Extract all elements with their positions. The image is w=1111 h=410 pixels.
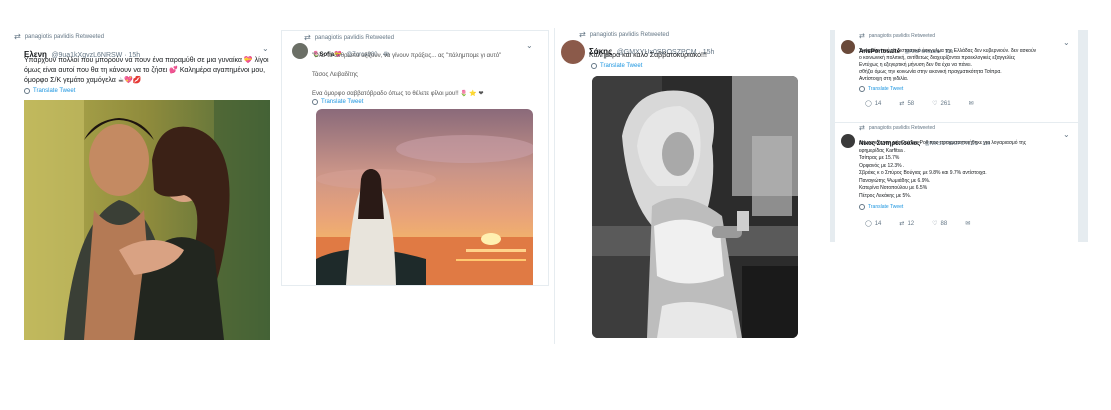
translate-tweet-link[interactable]: Translate Tweet bbox=[24, 88, 75, 94]
tweet-image-woman-bw[interactable] bbox=[592, 76, 798, 338]
retweet-icon: ⇄ bbox=[899, 221, 905, 227]
globe-icon bbox=[24, 88, 30, 94]
translate-tweet-link[interactable]: Translate Tweet bbox=[859, 204, 903, 210]
heart-icon: ♡ bbox=[932, 101, 938, 107]
avatar[interactable] bbox=[292, 43, 308, 59]
retweet-header: ⇄ panagiotis pavlidis Retweeted bbox=[579, 30, 670, 39]
scrollbar-right[interactable] bbox=[1078, 30, 1088, 242]
chevron-down-icon[interactable]: ⌄ bbox=[1063, 38, 1070, 47]
tweet-feed-column: ⇄ panagiotis pavlidis Retweeted ArisPort… bbox=[830, 30, 1088, 242]
retweet-header: ⇄ panagiotis pavlidis Retweeted bbox=[859, 33, 936, 40]
tweet-image-couple[interactable] bbox=[24, 100, 270, 340]
translate-tweet-link[interactable]: Translate Tweet bbox=[859, 86, 903, 92]
message-button[interactable]: ✉ bbox=[965, 220, 970, 227]
reply-button[interactable]: ◯ 14 bbox=[865, 100, 881, 108]
woman-bw-photo bbox=[592, 76, 798, 338]
message-icon: ✉ bbox=[968, 101, 974, 107]
tweet-text: Σκεφτείτε πού το δισταστικό άσκγυλμα της… bbox=[859, 48, 1037, 82]
retweet-header: ⇄ panagiotis pavlidis Retweeted bbox=[14, 32, 105, 41]
tweet-card-nikos: ⇄ panagiotis pavlidis Retweeted Νίκος Σω… bbox=[835, 124, 1078, 242]
tweet-card-sofia: ⇄ panagiotis pavlidis Retweeted 🌷Sofia💝 … bbox=[281, 30, 549, 286]
tweet-card-aris: ⇄ panagiotis pavlidis Retweeted ArisPort… bbox=[835, 30, 1078, 123]
reply-icon: ◯ bbox=[865, 221, 872, 227]
tweet-actions: ◯ 14 ⇄ 58 ♡ 261 ✉ bbox=[865, 100, 974, 108]
tweet-actions: ◯ 14 ⇄ 12 ♡ 88 ✉ bbox=[865, 220, 970, 228]
retweet-icon: ⇄ bbox=[899, 101, 905, 107]
globe-icon bbox=[591, 63, 597, 69]
avatar[interactable] bbox=[561, 40, 585, 64]
tweet-card-sakis: ⇄ panagiotis pavlidis Retweeted Σάκης @G… bbox=[554, 28, 819, 344]
globe-icon bbox=[312, 99, 318, 105]
retweet-icon: ⇄ bbox=[304, 33, 311, 42]
retweet-button[interactable]: ⇄ 58 bbox=[899, 100, 914, 108]
like-button[interactable]: ♡ 261 bbox=[932, 100, 950, 108]
globe-icon bbox=[859, 204, 865, 210]
couple-photo bbox=[24, 100, 270, 340]
tweet-text: "Όλα τα άνθρωπα αξίζουν, να γίνουν πράξε… bbox=[312, 53, 502, 97]
chevron-down-icon[interactable]: ⌄ bbox=[262, 44, 269, 53]
sunset-photo bbox=[316, 109, 533, 285]
message-button[interactable]: ✉ bbox=[969, 100, 974, 107]
globe-icon bbox=[859, 86, 865, 92]
tweet-text: Δημοσκόπηση της Opinion Poll που πραγματ… bbox=[859, 140, 1027, 199]
reply-button[interactable]: ◯ 14 bbox=[865, 220, 881, 228]
tweet-text: Καλημέρα και καλό Σαββατοκυριακο!!! bbox=[589, 52, 707, 59]
avatar[interactable] bbox=[841, 40, 855, 54]
chevron-down-icon[interactable]: ⌄ bbox=[1063, 130, 1070, 139]
retweet-header: ⇄ panagiotis pavlidis Retweeted bbox=[304, 33, 395, 42]
retweet-header: ⇄ panagiotis pavlidis Retweeted bbox=[859, 125, 936, 132]
retweet-button[interactable]: ⇄ 12 bbox=[899, 220, 914, 228]
tweet-image-sunset[interactable] bbox=[316, 109, 533, 285]
translate-tweet-link[interactable]: Translate Tweet bbox=[591, 63, 642, 69]
retweet-icon: ⇄ bbox=[859, 33, 865, 40]
retweet-icon: ⇄ bbox=[859, 125, 865, 132]
retweet-icon: ⇄ bbox=[14, 32, 21, 41]
heart-icon: ♡ bbox=[932, 221, 938, 227]
tweet-card-eleni: ⇄ panagiotis pavlidis Retweeted Ελενη @9… bbox=[6, 30, 274, 345]
reply-icon: ◯ bbox=[865, 101, 872, 107]
tweet-text: Υπάρχουν πολλοί που μπορούν να πουν ένα … bbox=[24, 57, 269, 84]
retweet-icon: ⇄ bbox=[579, 30, 586, 39]
message-icon: ✉ bbox=[965, 221, 971, 227]
translate-tweet-link[interactable]: Translate Tweet bbox=[312, 99, 363, 105]
chevron-down-icon[interactable]: ⌄ bbox=[526, 41, 533, 50]
avatar[interactable] bbox=[841, 134, 855, 148]
like-button[interactable]: ♡ 88 bbox=[932, 220, 947, 228]
